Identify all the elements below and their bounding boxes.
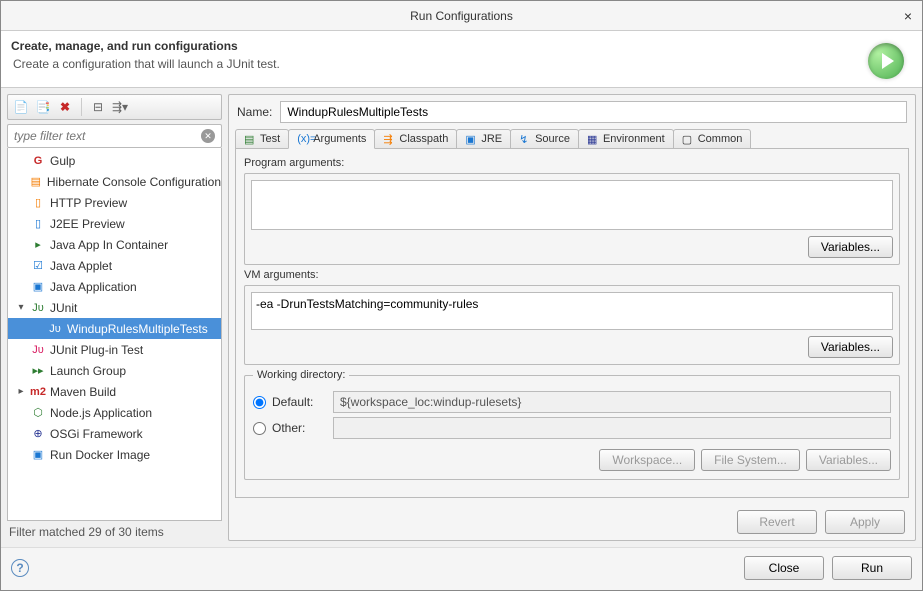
vm-args-variables-button[interactable]: Variables...: [808, 336, 893, 358]
config-toolbar: 📄 📑 ✖ ⊟ ⇶▾: [7, 94, 222, 120]
working-directory-legend: Working directory:: [253, 369, 349, 381]
vm-args-input[interactable]: -ea -DrunTestsMatching=community-rules: [251, 292, 893, 330]
wd-other-input: [333, 417, 891, 439]
tree-item-applet[interactable]: ☑Java Applet: [8, 255, 221, 276]
close-icon[interactable]: ×: [904, 8, 912, 24]
vm-args-label: VM arguments:: [244, 269, 900, 281]
tree-item-launchgroup[interactable]: ▸▸Launch Group: [8, 360, 221, 381]
header-subtitle: Create a configuration that will launch …: [13, 57, 280, 71]
workspace-button[interactable]: Workspace...: [599, 449, 695, 471]
tree-item-osgi[interactable]: ⊕OSGi Framework: [8, 423, 221, 444]
filter-input[interactable]: [14, 129, 201, 143]
program-args-variables-button[interactable]: Variables...: [808, 236, 893, 258]
tab-classpath[interactable]: ⇶Classpath: [374, 129, 457, 148]
tab-jre[interactable]: ▣JRE: [456, 129, 511, 148]
tree-item-nodejs[interactable]: ⬡Node.js Application: [8, 402, 221, 423]
apply-button[interactable]: Apply: [825, 510, 905, 534]
help-icon[interactable]: ?: [11, 559, 29, 577]
tree-item-http[interactable]: ▯HTTP Preview: [8, 192, 221, 213]
wd-other-radio[interactable]: [253, 422, 266, 435]
tree-item-javacont[interactable]: ▸Java App In Container: [8, 234, 221, 255]
working-directory-group: Working directory: Default: Other:: [244, 369, 900, 480]
revert-button[interactable]: Revert: [737, 510, 817, 534]
wd-default-label: Default:: [272, 395, 313, 409]
filter-status: Filter matched 29 of 30 items: [7, 521, 222, 541]
delete-config-icon[interactable]: ✖: [56, 98, 74, 116]
filesystem-button[interactable]: File System...: [701, 449, 800, 471]
wd-default-input: [333, 391, 891, 413]
config-tree[interactable]: GGulp ▤Hibernate Console Configuration ▯…: [7, 148, 222, 521]
tree-item-docker[interactable]: ▣Run Docker Image: [8, 444, 221, 465]
run-button[interactable]: Run: [832, 556, 912, 580]
close-button[interactable]: Close: [744, 556, 824, 580]
tree-item-junitplugin[interactable]: JᴜJUnit Plug-in Test: [8, 339, 221, 360]
duplicate-config-icon[interactable]: 📑: [34, 98, 52, 116]
collapse-all-icon[interactable]: ⊟: [89, 98, 107, 116]
filter-box: ✕: [7, 124, 222, 148]
wd-other-label: Other:: [272, 421, 305, 435]
wd-default-radio[interactable]: [253, 396, 266, 409]
wd-variables-button[interactable]: Variables...: [806, 449, 891, 471]
program-args-label: Program arguments:: [244, 157, 900, 169]
tree-item-javaapp[interactable]: ▣Java Application: [8, 276, 221, 297]
tab-arguments[interactable]: (x)=Arguments: [288, 129, 375, 149]
program-args-input[interactable]: [251, 180, 893, 230]
titlebar: Run Configurations ×: [1, 1, 922, 31]
filter-dropdown-icon[interactable]: ⇶▾: [111, 98, 129, 116]
tab-common[interactable]: ▢Common: [673, 129, 752, 148]
new-config-icon[interactable]: 📄: [12, 98, 30, 116]
tree-item-windup[interactable]: JᴜWindupRulesMultipleTests: [8, 318, 221, 339]
run-large-icon: [868, 43, 904, 79]
tab-test[interactable]: ▤Test: [235, 129, 289, 148]
tree-item-hibernate[interactable]: ▤Hibernate Console Configuration: [8, 171, 221, 192]
header: Create, manage, and run configurations C…: [1, 31, 922, 88]
tree-item-gulp[interactable]: GGulp: [8, 150, 221, 171]
tab-environment[interactable]: ▦Environment: [578, 129, 674, 148]
tab-source[interactable]: ↯Source: [510, 129, 579, 148]
tree-item-maven[interactable]: ▸m2Maven Build: [8, 381, 221, 402]
tree-item-junit[interactable]: ▾JᴜJUnit: [8, 297, 221, 318]
header-title: Create, manage, and run configurations: [11, 39, 238, 53]
name-input[interactable]: [280, 101, 907, 123]
tab-body-arguments: Program arguments: Variables... VM argum…: [235, 148, 909, 498]
tabs: ▤Test (x)=Arguments ⇶Classpath ▣JRE ↯Sou…: [229, 129, 915, 148]
tree-item-j2ee[interactable]: ▯J2EE Preview: [8, 213, 221, 234]
window-title: Run Configurations: [410, 9, 513, 23]
clear-filter-icon[interactable]: ✕: [201, 129, 215, 143]
name-label: Name:: [237, 105, 272, 119]
